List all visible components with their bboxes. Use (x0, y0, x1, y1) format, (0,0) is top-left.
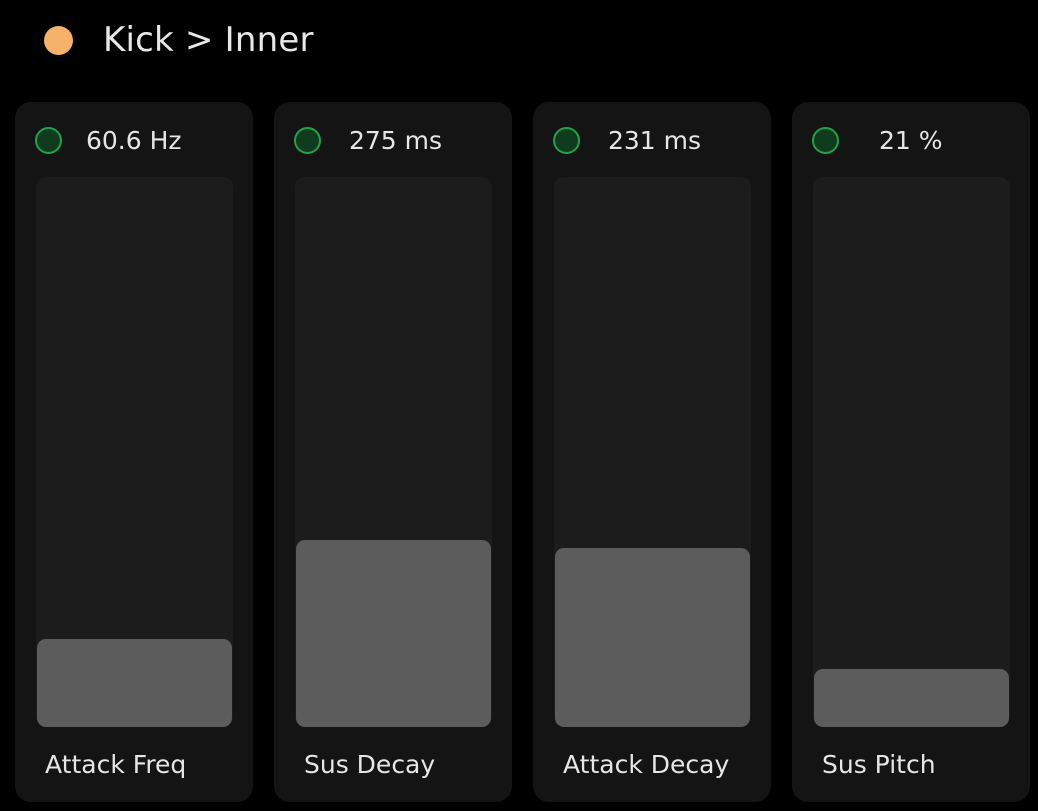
slider-value: 60.6 Hz (86, 125, 182, 155)
slider-track[interactable] (36, 177, 233, 727)
enable-led-icon[interactable] (35, 126, 62, 154)
slider-track[interactable] (295, 177, 492, 727)
slider-value: 231 ms (608, 125, 702, 155)
slider-track[interactable] (554, 177, 751, 727)
slider-attack-freq: 60.6 Hz Attack Freq (15, 102, 253, 802)
slider-fill[interactable] (296, 540, 491, 727)
slider-fill[interactable] (814, 669, 1009, 727)
slider-label: Attack Freq (45, 750, 187, 779)
slider-header: 231 ms (553, 124, 755, 156)
enable-led-icon[interactable] (553, 126, 580, 154)
slider-header: 275 ms (294, 124, 496, 156)
enable-led-icon[interactable] (812, 126, 839, 154)
page-title: Kick > Inner (103, 20, 314, 60)
slider-value: 21 % (879, 125, 943, 155)
slider-attack-decay: 231 ms Attack Decay (533, 102, 771, 802)
enable-led-icon[interactable] (294, 126, 321, 154)
header: Kick > Inner (44, 14, 314, 66)
slider-header: 21 % (812, 124, 1014, 156)
kick-inner-panel: Kick > Inner 60.6 Hz Attack Freq 275 ms … (0, 0, 1038, 811)
slider-fill[interactable] (555, 548, 750, 727)
slider-label: Sus Decay (304, 750, 436, 779)
slider-label: Attack Decay (563, 750, 730, 779)
slider-header: 60.6 Hz (35, 124, 237, 156)
slider-sus-decay: 275 ms Sus Decay (274, 102, 512, 802)
status-dot-icon (44, 25, 73, 55)
slider-sus-pitch: 21 % Sus Pitch (792, 102, 1030, 802)
slider-track[interactable] (813, 177, 1010, 727)
slider-value: 275 ms (349, 125, 443, 155)
slider-fill[interactable] (37, 639, 232, 727)
slider-label: Sus Pitch (822, 750, 936, 779)
